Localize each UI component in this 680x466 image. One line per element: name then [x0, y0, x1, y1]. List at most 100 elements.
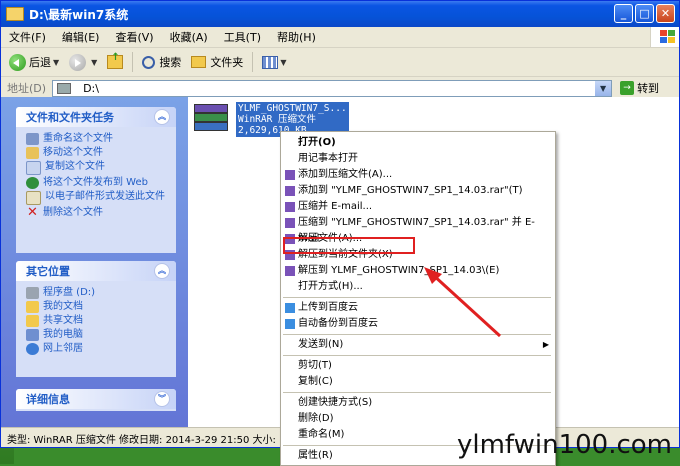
chevron-down-icon[interactable]: ▼ [91, 58, 97, 67]
menu-bar: 文件(F) 编辑(E) 查看(V) 收藏(A) 工具(T) 帮助(H) [1, 27, 679, 48]
menu-label: 压缩并 E-mail... [298, 201, 373, 212]
menu-label: 发送到(N) [298, 339, 344, 350]
task-rename[interactable]: 重命名这个文件 [26, 133, 170, 145]
menu-extract-to[interactable]: 解压到 YLMF_GHOSTWIN7_SP1_14.03\(E) [281, 263, 555, 279]
window-title: D:\最新win7系统 [29, 7, 129, 22]
menu-edit[interactable]: 编辑(E) [54, 29, 108, 45]
status-text: 类型: WinRAR 压缩文件 修改日期: 2014-3-29 21:50 大小… [7, 434, 276, 446]
drive-icon [26, 287, 39, 299]
toolbar: 后退 ▼ ▼ ↑ 搜索 文件夹 ▼ [1, 48, 679, 77]
computer-icon [26, 329, 39, 341]
menu-help[interactable]: 帮助(H) [269, 29, 324, 45]
menu-compress-named-email[interactable]: 压缩到 "YLMF_GHOSTWIN7_SP1_14.03.rar" 并 E-m… [281, 215, 555, 244]
folders-icon [191, 56, 207, 68]
chevron-down-icon[interactable]: ▼ [280, 58, 286, 67]
menu-auto-backup-baidu[interactable]: 自动备份到百度云 [281, 316, 555, 332]
go-arrow-icon: → [620, 81, 635, 95]
views-button[interactable]: ▼ [258, 50, 290, 74]
task-email[interactable]: 以电子邮件形式发送此文件 [26, 191, 170, 205]
menu-delete[interactable]: 删除(D) [281, 411, 555, 427]
task-copy[interactable]: 复制这个文件 [26, 161, 170, 175]
views-icon [262, 55, 279, 69]
menu-compress-email[interactable]: 压缩并 E-mail... [281, 199, 555, 215]
task-label: 删除这个文件 [43, 207, 103, 218]
chevron-down-icon[interactable]: ▼ [53, 58, 59, 67]
menu-open-notepad[interactable]: 用记事本打开 [281, 151, 555, 167]
go-button[interactable]: → 转到 [620, 80, 659, 96]
menu-send-to[interactable]: 发送到(N) ▶ [281, 337, 555, 353]
menu-add-archive[interactable]: 添加到压缩文件(A)... [281, 167, 555, 183]
details-header[interactable]: 详细信息 ︾ [16, 389, 176, 409]
back-arrow-icon [9, 53, 26, 71]
menu-copy[interactable]: 复制(C) [281, 374, 555, 390]
drive-icon [57, 82, 72, 94]
file-tasks-header[interactable]: 文件和文件夹任务 ︽ [16, 107, 176, 127]
place-label: 程序盘 (D:) [43, 287, 96, 298]
task-label: 复制这个文件 [45, 161, 105, 172]
context-menu: 打开(O) 用记事本打开 添加到压缩文件(A)... 添加到 "YLMF_GHO… [280, 131, 556, 466]
menu-create-shortcut[interactable]: 创建快捷方式(S) [281, 395, 555, 411]
task-move[interactable]: 移动这个文件 [26, 147, 170, 159]
address-input[interactable]: D:\ ▼ [52, 79, 613, 97]
menu-label: 自动备份到百度云 [298, 318, 378, 329]
menu-tools[interactable]: 工具(T) [216, 29, 269, 45]
file-name: YLMF_GHOSTWIN7_S... [238, 103, 347, 114]
menu-open-with[interactable]: 打开方式(H)... [281, 279, 555, 295]
other-places-header[interactable]: 其它位置 ︽ [16, 261, 176, 281]
winrar-archive-icon [192, 101, 230, 135]
address-label: 地址(D) [7, 82, 47, 95]
envelope-icon [26, 191, 41, 205]
menu-file[interactable]: 文件(F) [1, 29, 54, 45]
expand-icon[interactable]: ︾ [154, 391, 170, 407]
place-my-computer[interactable]: 我的电脑 [26, 329, 170, 341]
rename-icon [26, 133, 39, 145]
menu-separator [283, 334, 551, 335]
other-places-panel: 其它位置 ︽ 程序盘 (D:) 我的文档 共享文档 我的电脑 网上邻居 [16, 261, 176, 377]
menu-cut[interactable]: 剪切(T) [281, 358, 555, 374]
file-type: WinRAR 压缩文件 [238, 114, 317, 125]
title-bar[interactable]: D:\最新win7系统 _ □ ✕ [1, 1, 679, 27]
forward-button[interactable]: ▼ [65, 50, 101, 74]
other-places-title: 其它位置 [26, 265, 70, 278]
globe-icon [26, 177, 39, 189]
folders-label: 文件夹 [210, 56, 244, 69]
task-delete[interactable]: ✕ 删除这个文件 [26, 206, 170, 219]
menu-label: 解压到 YLMF_GHOSTWIN7_SP1_14.03\(E) [298, 265, 500, 276]
menu-add-named[interactable]: 添加到 "YLMF_GHOSTWIN7_SP1_14.03.rar"(T) [281, 183, 555, 199]
menu-favorites[interactable]: 收藏(A) [162, 29, 216, 45]
close-button[interactable]: ✕ [656, 4, 675, 23]
place-my-documents[interactable]: 我的文档 [26, 301, 170, 313]
back-button[interactable]: 后退 ▼ [5, 50, 63, 74]
cloud-icon [285, 303, 295, 313]
place-drive-d[interactable]: 程序盘 (D:) [26, 287, 170, 299]
place-network[interactable]: 网上邻居 [26, 343, 170, 355]
chevron-down-icon[interactable]: ▼ [595, 80, 612, 96]
menu-view[interactable]: 查看(V) [107, 29, 161, 45]
menu-separator [283, 355, 551, 356]
minimize-button[interactable]: _ [614, 4, 633, 23]
up-folder-button[interactable]: ↑ [103, 50, 127, 74]
toolbar-separator [252, 52, 254, 72]
task-label: 移动这个文件 [43, 147, 103, 158]
collapse-icon[interactable]: ︽ [154, 263, 170, 279]
menu-label: 添加到压缩文件(A)... [298, 169, 393, 180]
search-label: 搜索 [159, 56, 182, 69]
folders-button[interactable]: 文件夹 [187, 50, 247, 74]
file-tasks-panel: 文件和文件夹任务 ︽ 重命名这个文件 移动这个文件 复制这个文件 将这个文件发布… [16, 107, 176, 253]
menu-open[interactable]: 打开(O) [281, 135, 555, 151]
search-button[interactable]: 搜索 [138, 50, 185, 74]
winrar-icon [285, 218, 295, 228]
menu-upload-baidu[interactable]: 上传到百度云 [281, 300, 555, 316]
watermark: ylmfwin100.com [456, 430, 672, 460]
place-label: 共享文档 [43, 315, 83, 326]
toolbar-separator [132, 52, 134, 72]
collapse-icon[interactable]: ︽ [154, 109, 170, 125]
folder-icon [26, 315, 39, 327]
task-publish-web[interactable]: 将这个文件发布到 Web [26, 177, 170, 189]
file-tasks-title: 文件和文件夹任务 [26, 111, 114, 124]
place-shared-documents[interactable]: 共享文档 [26, 315, 170, 327]
go-label: 转到 [637, 82, 660, 95]
highlight-box [283, 237, 415, 254]
copy-icon [26, 161, 41, 175]
maximize-button[interactable]: □ [635, 4, 654, 23]
